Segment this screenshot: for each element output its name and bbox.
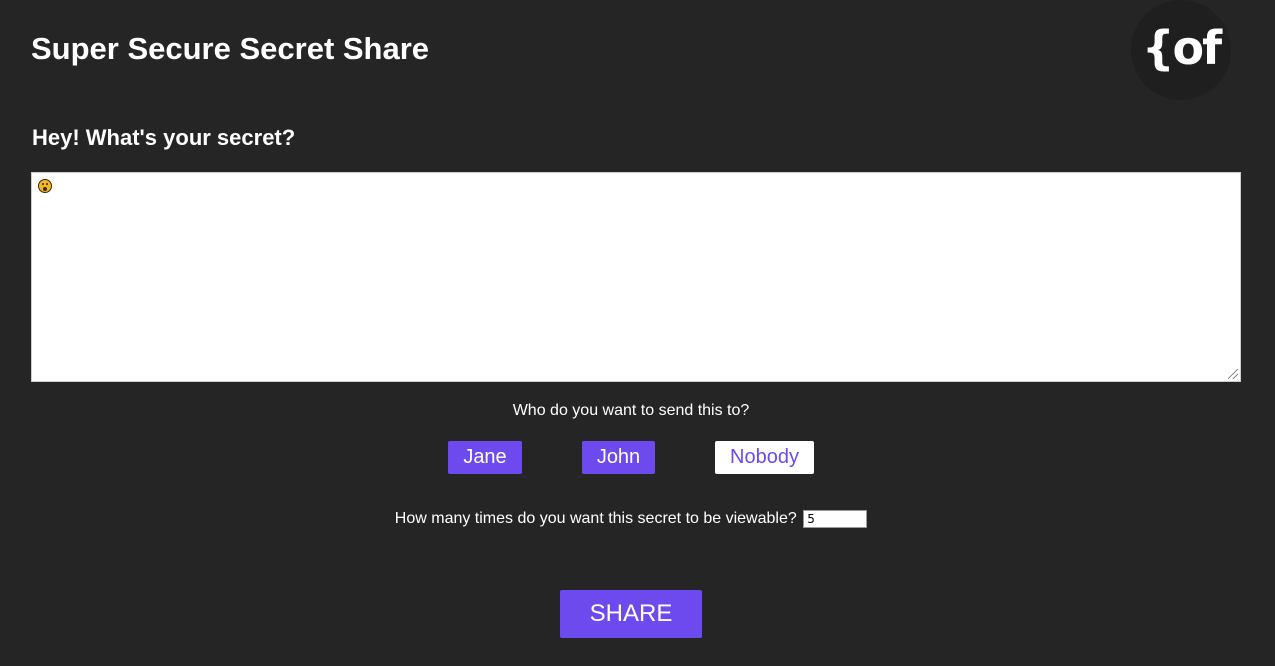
views-row: How many times do you want this secret t… bbox=[0, 509, 1262, 529]
share-button[interactable]: SHARE bbox=[560, 590, 702, 638]
secret-textarea[interactable] bbox=[31, 172, 1241, 382]
resize-grip-icon[interactable] bbox=[1228, 369, 1238, 379]
recipient-question: Who do you want to send this to? bbox=[512, 402, 750, 419]
astonished-face-icon bbox=[38, 179, 52, 193]
logo-text: {of bbox=[1141, 21, 1222, 75]
app-title: Super Secure Secret Share bbox=[31, 31, 430, 66]
page: Super Secure Secret Share {of Hey! What'… bbox=[0, 0, 1275, 666]
logo: {of bbox=[1131, 0, 1231, 100]
secret-prompt-heading: Hey! What's your secret? bbox=[32, 125, 296, 150]
recipient-button-nobody[interactable]: Nobody bbox=[715, 441, 814, 474]
recipient-button-john[interactable]: John bbox=[582, 441, 655, 474]
views-question: How many times do you want this secret t… bbox=[394, 510, 797, 527]
views-count-input[interactable] bbox=[803, 509, 868, 528]
recipient-button-jane[interactable]: Jane bbox=[448, 441, 522, 474]
